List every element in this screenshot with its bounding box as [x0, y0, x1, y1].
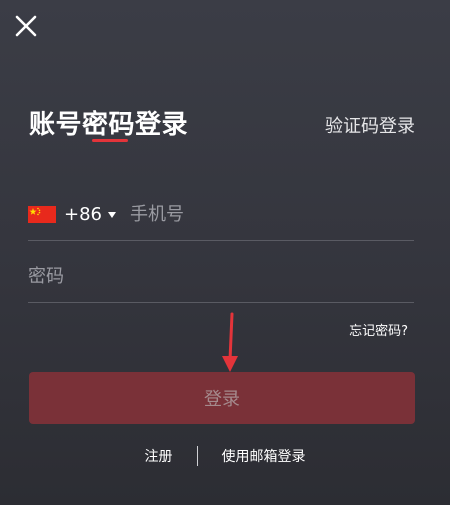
bottom-links: 注册 使用邮箱登录 [0, 446, 450, 466]
title-active-underline [92, 139, 128, 142]
login-button[interactable]: 登录 [29, 372, 415, 424]
email-login-link[interactable]: 使用邮箱登录 [222, 446, 306, 466]
caret-down-icon [108, 212, 116, 218]
close-icon [15, 15, 37, 37]
password-field-row [28, 250, 414, 303]
phone-field-row: +86 [28, 188, 414, 241]
china-flag-icon [28, 205, 56, 223]
page-title: 账号密码登录 [29, 110, 189, 140]
red-arrow-annotation-icon [222, 312, 238, 372]
divider [196, 446, 198, 466]
close-button[interactable] [12, 12, 40, 40]
country-code-selector[interactable]: +86 [28, 204, 130, 225]
forgot-password-link[interactable]: 忘记密码? [349, 320, 408, 339]
phone-input[interactable] [130, 203, 414, 225]
password-input[interactable] [28, 265, 414, 287]
verification-code-login-link[interactable]: 验证码登录 [325, 112, 415, 138]
country-code: +86 [64, 203, 102, 225]
register-link[interactable]: 注册 [145, 446, 173, 466]
